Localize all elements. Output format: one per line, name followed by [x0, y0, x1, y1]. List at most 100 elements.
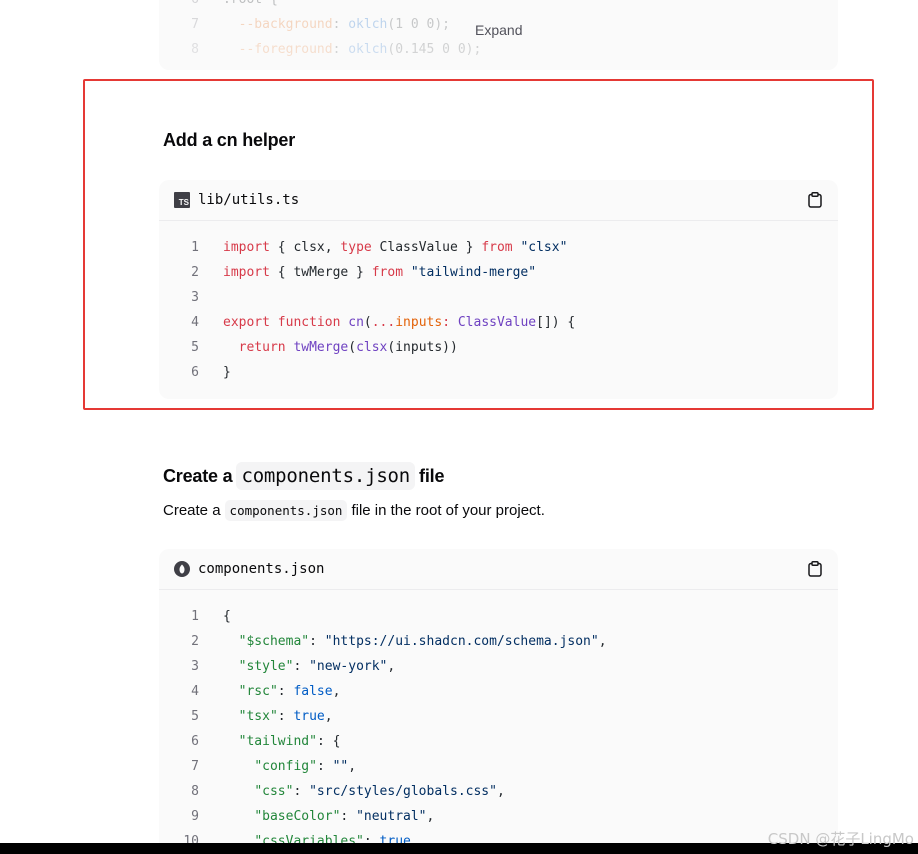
code-token: import [223, 265, 270, 280]
code-token: "tailwind-merge" [410, 265, 537, 280]
typescript-file-icon: TS [174, 192, 190, 208]
code-token: "src/styles/globals.css" [309, 784, 497, 799]
code-token: : { [316, 734, 341, 749]
step-heading-text-before: Create a [163, 465, 233, 486]
code-token: "$schema" [238, 634, 310, 649]
line-number: 6 [191, 365, 199, 380]
code-token: true [293, 709, 325, 724]
line-number: 2 [191, 265, 199, 280]
code-text: } [199, 360, 231, 385]
step-description: Create a components.json file in the roo… [163, 500, 545, 521]
step-heading-text-after: file [419, 465, 445, 486]
line-number: 1 [191, 240, 199, 255]
line-number: 1 [191, 609, 199, 624]
code-token: "baseColor" [254, 809, 341, 824]
code-token: : [316, 759, 333, 774]
code-line: 1{ [159, 604, 838, 629]
code-token: "" [332, 759, 349, 774]
code-token: ClassValue [457, 315, 537, 330]
code-token: "rsc" [238, 684, 278, 699]
inline-code: components.json [236, 462, 416, 490]
code-token: ... [371, 315, 396, 330]
code-text: "config": "", [199, 754, 356, 779]
code-line: 9 "baseColor": "neutral", [159, 804, 838, 829]
json-glyph-icon [179, 564, 185, 574]
code-text: return twMerge(clsx(inputs)) [199, 335, 458, 360]
code-token: false [293, 684, 333, 699]
code-token: function [277, 315, 341, 330]
code-token: "css" [254, 784, 294, 799]
code-token: , [332, 684, 341, 699]
code-token: return [238, 340, 286, 355]
line-number: 3 [191, 290, 199, 305]
code-token: "clsx" [520, 240, 568, 255]
code-token: from [371, 265, 404, 280]
code-text: import { twMerge } from "tailwind-merge" [199, 260, 536, 285]
file-name: components.json [198, 561, 325, 577]
code-token: ClassValue } [371, 240, 482, 255]
code-text: "rsc": false, [199, 679, 341, 704]
code-token: : [293, 784, 310, 799]
expand-button[interactable]: Expand [475, 22, 522, 38]
code-token: : [309, 634, 325, 649]
code-token: : [293, 659, 310, 674]
copy-button[interactable] [806, 560, 824, 578]
code-token: export [223, 315, 270, 330]
step-heading-text: Add a cn helper [163, 130, 296, 150]
code-text: "tsx": true, [199, 704, 333, 729]
code-token: "tailwind" [238, 734, 317, 749]
code-text: "style": "new-york", [199, 654, 396, 679]
code-line: 7 "config": "", [159, 754, 838, 779]
code-token: ( [363, 315, 372, 330]
code-text: export function cn(...inputs: ClassValue… [199, 310, 575, 335]
code-line: 4 export function cn(...inputs: ClassValu… [159, 310, 838, 335]
code-token: : [277, 709, 294, 724]
line-number: 9 [191, 809, 199, 824]
code-token: , [598, 634, 607, 649]
code-file-header: components.json [159, 549, 838, 590]
code-token: "config" [254, 759, 317, 774]
code-block-components-json: components.json 1{2 "$schema": "https://… [159, 549, 838, 854]
code-token: from [481, 240, 513, 255]
line-number: 6 [191, 734, 199, 749]
step-text-before: Create a [163, 502, 221, 519]
line-number: 3 [191, 659, 199, 674]
code-token: { clsx, [269, 240, 341, 255]
code-line: 1 import { clsx, type ClassValue } from "… [159, 235, 838, 260]
line-number: 5 [191, 709, 199, 724]
code-token: (inputs)) [387, 340, 458, 355]
code-block-utils: TS lib/utils.ts 1 import { clsx, type Cla… [159, 180, 838, 399]
code-line: 8 "css": "src/styles/globals.css", [159, 779, 838, 804]
code-line: 6} [159, 360, 838, 385]
line-number: 8 [191, 784, 199, 799]
code-token: } [223, 365, 231, 380]
clipboard-icon [808, 561, 822, 577]
code-line: 4 "rsc": false, [159, 679, 838, 704]
copy-button[interactable] [806, 191, 824, 209]
json-file-icon [174, 561, 190, 577]
code-token: []) { [536, 315, 576, 330]
code-token: "neutral" [356, 809, 427, 824]
watermark: CSDN @花子LingMo [767, 830, 914, 848]
code-token: cn [348, 315, 364, 330]
code-token: clsx [356, 340, 388, 355]
code-text: "baseColor": "neutral", [199, 804, 434, 829]
code-token: , [496, 784, 505, 799]
code-token: import [223, 240, 270, 255]
code-token: type [340, 240, 372, 255]
step-heading-cn-helper: Add a cn helper [163, 130, 295, 151]
line-number: 7 [191, 759, 199, 774]
code-token: twMerge [293, 340, 349, 355]
line-number: 4 [191, 315, 199, 330]
line-number: 4 [191, 684, 199, 699]
line-number: 2 [191, 634, 199, 649]
code-token: "new-york" [309, 659, 388, 674]
